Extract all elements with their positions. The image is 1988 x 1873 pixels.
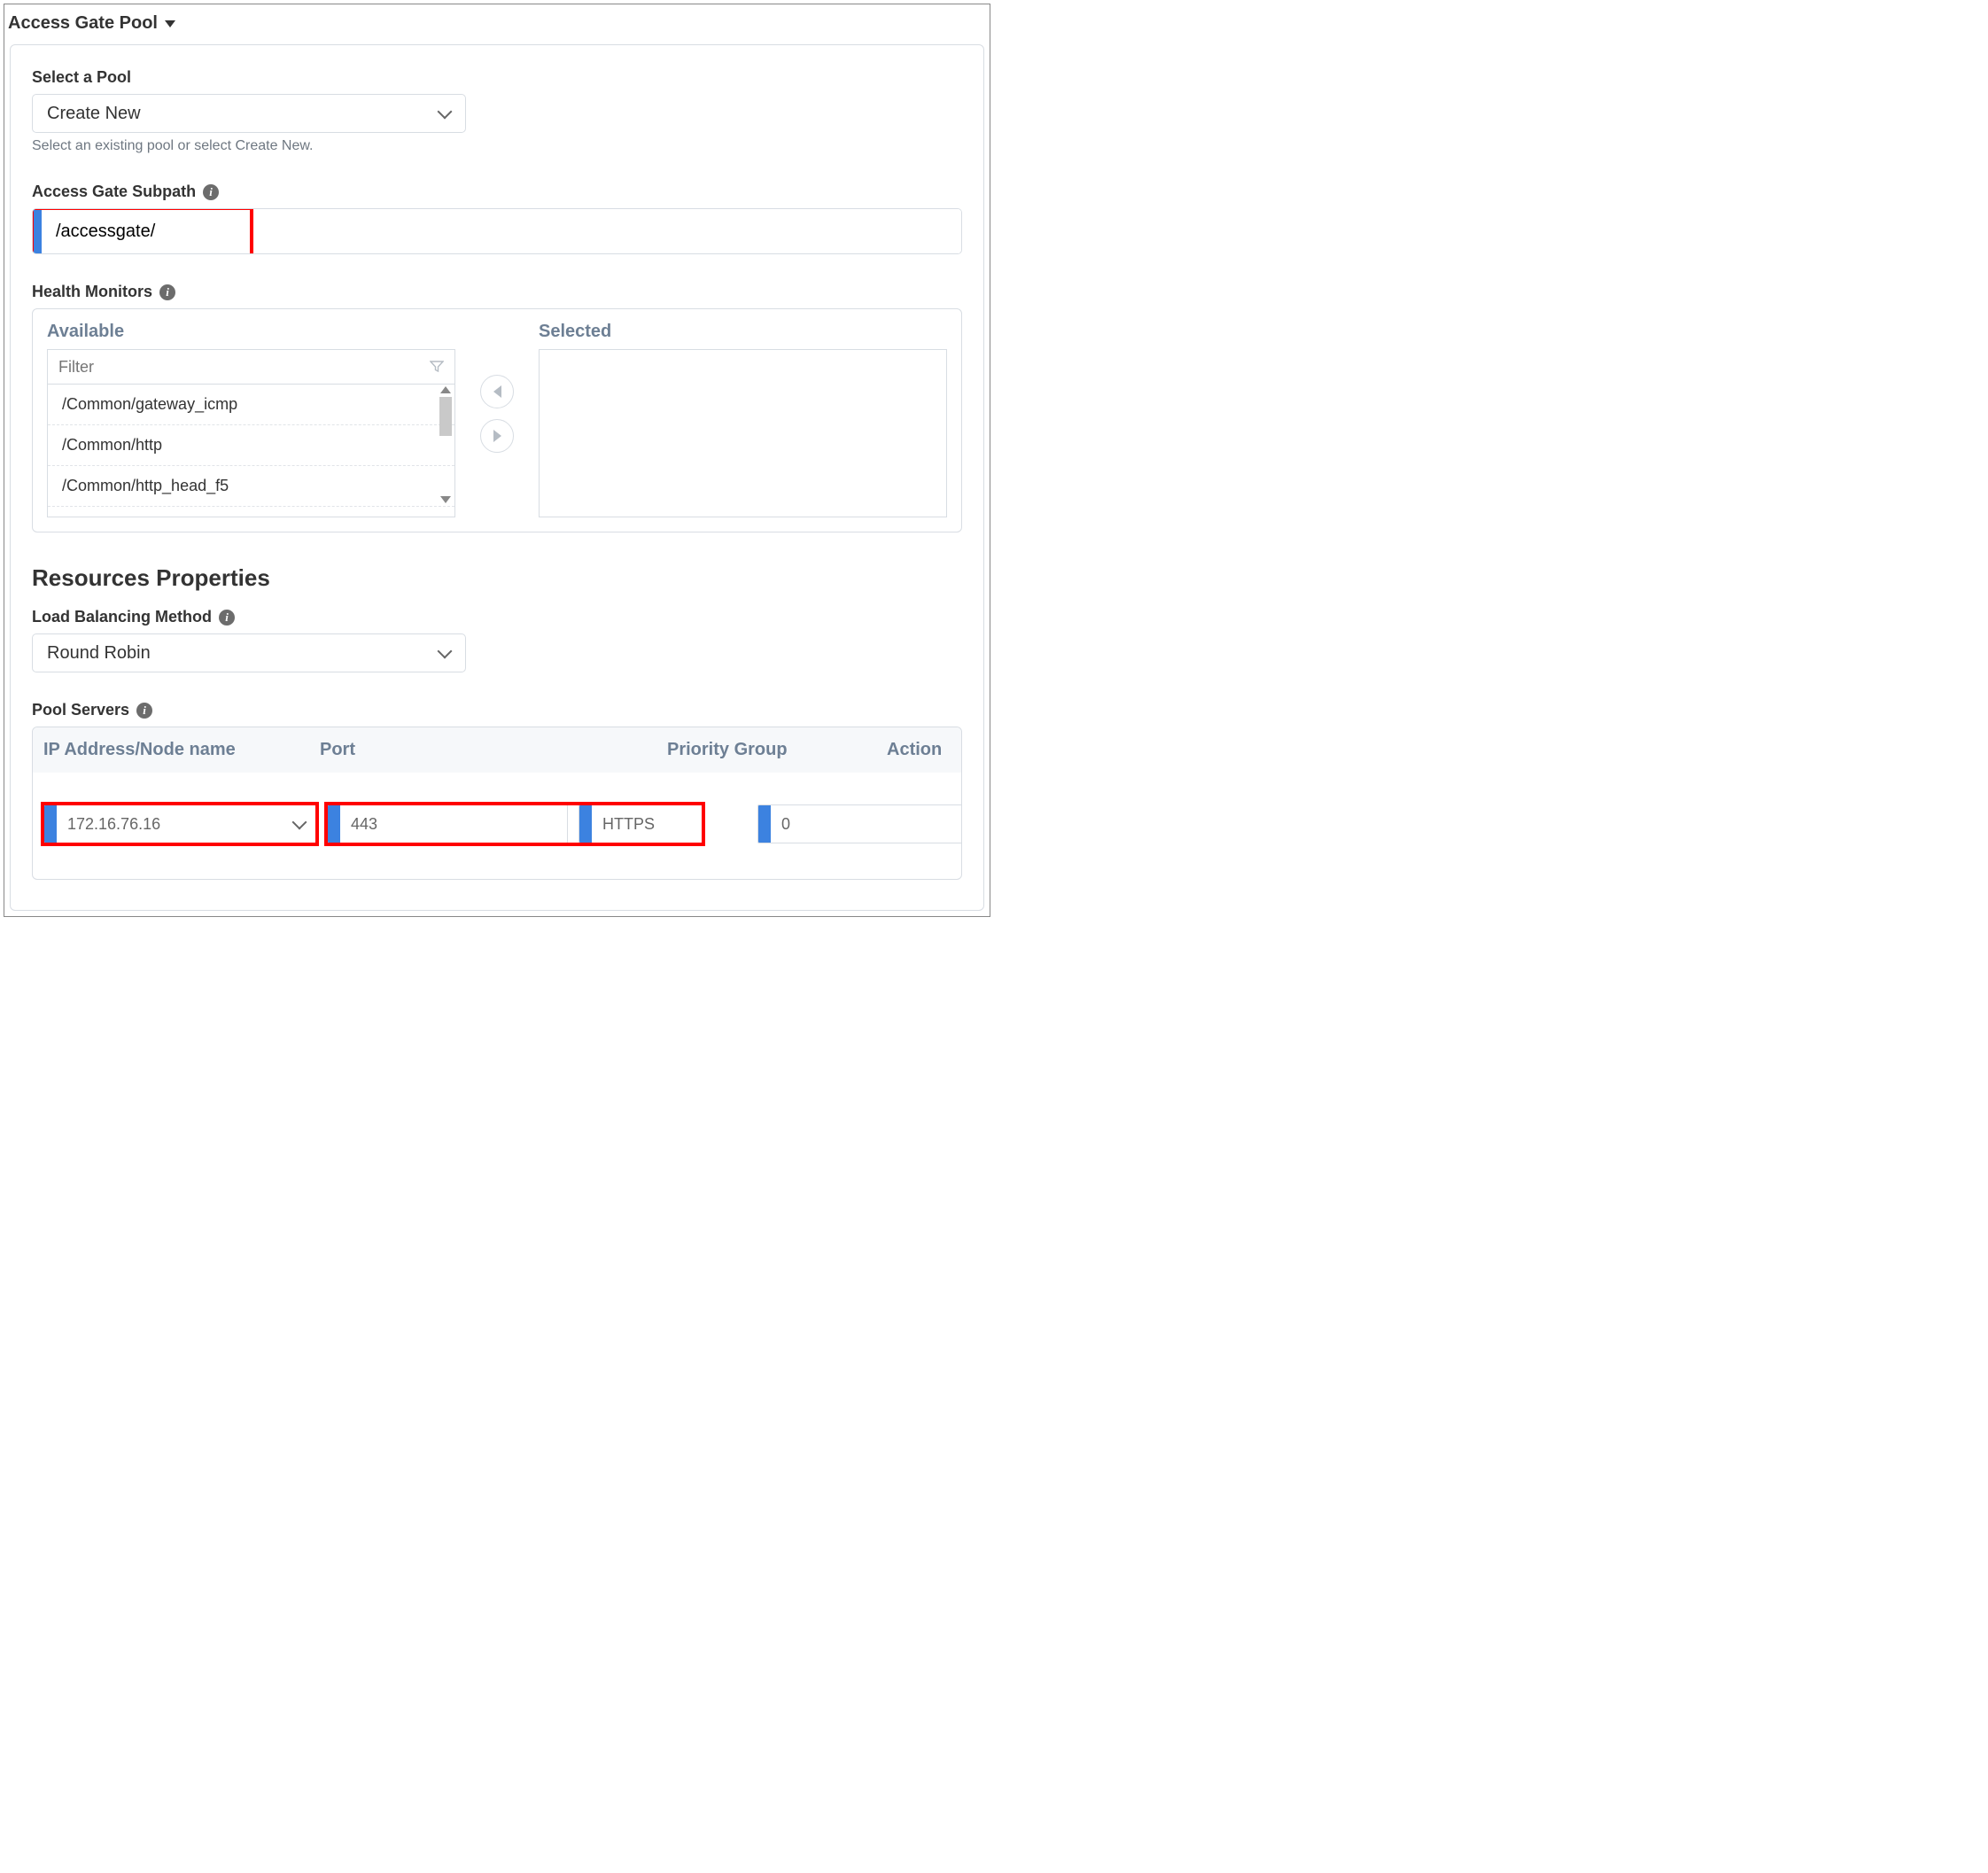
- priority-group-input[interactable]: [771, 805, 962, 843]
- required-bar: [328, 805, 340, 843]
- pool-servers-label: Pool Servers i: [32, 701, 962, 719]
- chevron-down-icon[interactable]: [293, 818, 306, 830]
- port-input[interactable]: [340, 805, 567, 843]
- required-bar: [579, 805, 592, 843]
- info-icon[interactable]: i: [219, 610, 235, 626]
- col-ip: IP Address/Node name: [43, 740, 309, 760]
- select-pool-help: Select an existing pool or select Create…: [32, 138, 962, 154]
- scroll-down-icon[interactable]: [440, 496, 451, 503]
- filter-input[interactable]: [48, 350, 419, 384]
- selected-list[interactable]: [539, 349, 947, 517]
- available-list[interactable]: /Common/gateway_icmp /Common/http /Commo…: [47, 385, 455, 517]
- subpath-input[interactable]: [42, 209, 961, 253]
- page-frame: Access Gate Pool Select a Pool Create Ne…: [4, 4, 990, 917]
- pool-servers-label-text: Pool Servers: [32, 701, 129, 719]
- info-icon[interactable]: i: [203, 184, 219, 200]
- col-port: Port: [320, 740, 612, 760]
- list-item[interactable]: /Common/http: [48, 425, 454, 466]
- col-action: Action: [887, 740, 951, 760]
- priority-group-field[interactable]: [757, 804, 962, 843]
- triangle-right-icon: [493, 430, 501, 442]
- ip-input[interactable]: [57, 805, 283, 843]
- section-title: Access Gate Pool: [8, 13, 158, 34]
- lb-value: Round Robin: [47, 643, 151, 664]
- subpath-label-text: Access Gate Subpath: [32, 183, 196, 201]
- info-icon[interactable]: i: [136, 703, 152, 719]
- ip-cell: [43, 804, 316, 843]
- available-title: Available: [47, 322, 455, 342]
- lb-label-text: Load Balancing Method: [32, 608, 212, 626]
- filter-row: [47, 349, 455, 385]
- ip-field[interactable]: [43, 804, 316, 843]
- config-card: Select a Pool Create New Select an exist…: [10, 44, 984, 911]
- select-pool-value: Create New: [47, 104, 141, 124]
- protocol-value[interactable]: [592, 805, 703, 843]
- scrollbar[interactable]: [439, 386, 453, 503]
- col-pg: Priority Group: [667, 740, 876, 760]
- triangle-left-icon: [493, 385, 501, 398]
- filter-icon[interactable]: [419, 360, 454, 374]
- required-bar: [33, 209, 42, 253]
- select-pool-label-text: Select a Pool: [32, 68, 131, 87]
- pool-servers-header: IP Address/Node name Port Priority Group…: [33, 727, 961, 773]
- info-icon[interactable]: i: [159, 284, 175, 300]
- health-label: Health Monitors i: [32, 283, 962, 301]
- scroll-thumb[interactable]: [439, 397, 452, 436]
- required-bar: [758, 805, 771, 843]
- pool-servers-panel: IP Address/Node name Port Priority Group…: [32, 727, 962, 880]
- scroll-up-icon[interactable]: [440, 386, 451, 393]
- chevron-down-icon: [439, 107, 451, 120]
- move-right-button[interactable]: [480, 419, 514, 453]
- subpath-label: Access Gate Subpath i: [32, 183, 962, 201]
- health-dual-list: Available /Common/gateway_icmp /Common/h…: [32, 308, 962, 532]
- selected-column: Selected: [539, 322, 947, 517]
- select-pool-label: Select a Pool: [32, 68, 962, 87]
- pool-server-row: + ×: [33, 773, 961, 879]
- resources-heading: Resources Properties: [32, 564, 962, 592]
- selected-title: Selected: [539, 322, 947, 342]
- section-header[interactable]: Access Gate Pool: [4, 4, 990, 44]
- select-pool-dropdown[interactable]: Create New: [32, 94, 466, 133]
- transfer-buttons: [480, 322, 514, 453]
- list-item[interactable]: /Common/http_head_f5: [48, 466, 454, 507]
- port-cell: [327, 804, 703, 843]
- pg-cell: [757, 804, 962, 843]
- available-column: Available /Common/gateway_icmp /Common/h…: [47, 322, 455, 517]
- port-field[interactable]: [327, 804, 568, 843]
- lb-label: Load Balancing Method i: [32, 608, 962, 626]
- subpath-field-wrap: [32, 208, 962, 254]
- lb-dropdown[interactable]: Round Robin: [32, 633, 466, 672]
- caret-down-icon: [165, 20, 175, 27]
- list-item[interactable]: /Common/gateway_icmp: [48, 385, 454, 425]
- health-label-text: Health Monitors: [32, 283, 152, 301]
- move-left-button[interactable]: [480, 375, 514, 408]
- protocol-field[interactable]: [579, 804, 703, 843]
- chevron-down-icon: [439, 647, 451, 659]
- required-bar: [44, 805, 57, 843]
